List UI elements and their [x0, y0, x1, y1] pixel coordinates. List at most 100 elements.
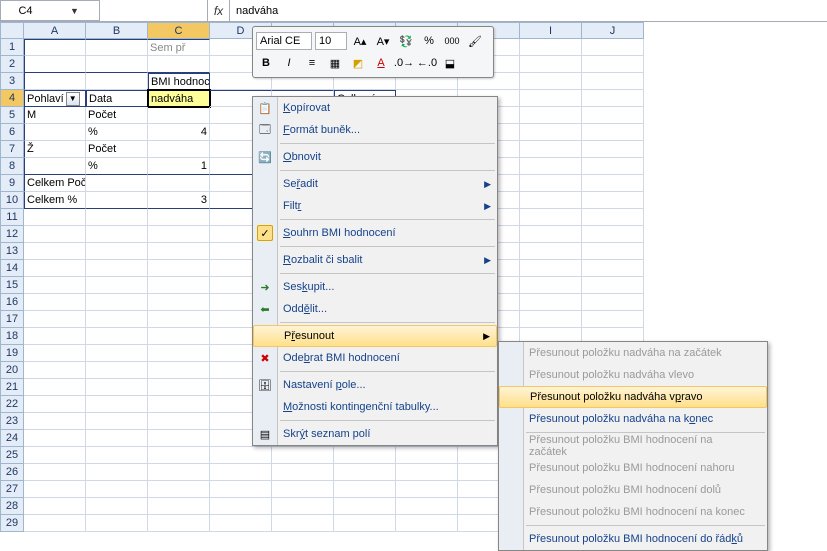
cell[interactable]: 4 — [148, 124, 210, 141]
cell[interactable] — [582, 158, 644, 175]
cell-data[interactable]: Data — [86, 90, 148, 107]
cell[interactable] — [582, 124, 644, 141]
cell[interactable] — [24, 447, 86, 464]
cell[interactable] — [148, 345, 210, 362]
merge-icon[interactable]: ⬓ — [440, 53, 460, 73]
col-header-A[interactable]: A — [24, 22, 86, 39]
row-header[interactable]: 24 — [0, 430, 24, 447]
menu-copy[interactable]: 📋Kopírovat — [253, 97, 497, 119]
cell[interactable] — [86, 464, 148, 481]
row-header[interactable]: 11 — [0, 209, 24, 226]
menu-subtotal[interactable]: ✓Souhrn BMI hodnocení — [253, 222, 497, 244]
cell[interactable]: Celkem Počet — [24, 175, 86, 192]
cell[interactable] — [24, 379, 86, 396]
cell-selected[interactable]: nadváha — [148, 90, 210, 107]
cell[interactable] — [520, 226, 582, 243]
cell[interactable] — [86, 396, 148, 413]
col-header-I[interactable]: I — [520, 22, 582, 39]
bold-icon[interactable]: B — [256, 53, 276, 73]
row-header[interactable]: 6 — [0, 124, 24, 141]
row-header[interactable]: 20 — [0, 362, 24, 379]
cell[interactable] — [86, 413, 148, 430]
borders-icon[interactable]: ▦ — [325, 53, 345, 73]
cell[interactable] — [86, 294, 148, 311]
cell[interactable] — [396, 481, 458, 498]
cell[interactable]: 3 — [148, 192, 210, 209]
fx-icon[interactable]: fx — [208, 0, 230, 21]
cell[interactable] — [86, 226, 148, 243]
cell[interactable] — [148, 260, 210, 277]
shrink-font-icon[interactable]: A▾ — [373, 31, 393, 51]
cell[interactable] — [582, 260, 644, 277]
cell[interactable] — [582, 141, 644, 158]
cell[interactable] — [24, 430, 86, 447]
cell[interactable] — [210, 464, 272, 481]
row-header[interactable]: 27 — [0, 481, 24, 498]
cell[interactable] — [396, 464, 458, 481]
cell[interactable] — [24, 56, 86, 73]
col-header-B[interactable]: B — [86, 22, 148, 39]
page-field-prompt[interactable]: Sem př — [148, 39, 210, 56]
name-box-dropdown-icon[interactable]: ▼ — [50, 6, 99, 16]
cell[interactable] — [24, 328, 86, 345]
cell[interactable] — [582, 311, 644, 328]
cell[interactable] — [86, 311, 148, 328]
row-header[interactable]: 9 — [0, 175, 24, 192]
cell[interactable] — [86, 277, 148, 294]
cell[interactable] — [148, 362, 210, 379]
cell[interactable] — [520, 141, 582, 158]
cell[interactable] — [148, 294, 210, 311]
font-color-icon[interactable]: A — [371, 53, 391, 73]
cell[interactable] — [582, 90, 644, 107]
cell[interactable] — [520, 260, 582, 277]
row-header[interactable]: 7 — [0, 141, 24, 158]
cell[interactable]: % — [86, 158, 148, 175]
move-bmi-to-rows[interactable]: Přesunout položku BMI hodnocení do řádků — [499, 528, 767, 550]
cell[interactable] — [24, 345, 86, 362]
cell[interactable] — [86, 175, 148, 192]
row-header[interactable]: 13 — [0, 243, 24, 260]
menu-field-settings[interactable]: 🗄Nastavení pole... — [253, 374, 497, 396]
cell[interactable] — [520, 294, 582, 311]
accounting-format-icon[interactable]: 💱 — [396, 31, 416, 51]
cell[interactable] — [148, 277, 210, 294]
row-header[interactable]: 4 — [0, 90, 24, 107]
cell[interactable] — [272, 498, 334, 515]
cell[interactable] — [86, 39, 148, 56]
cell[interactable] — [520, 243, 582, 260]
row-header[interactable]: 1 — [0, 39, 24, 56]
cell[interactable] — [582, 39, 644, 56]
cell[interactable] — [520, 277, 582, 294]
menu-remove[interactable]: ✖Odebrat BMI hodnocení — [253, 347, 497, 369]
move-nadvaha-end[interactable]: Přesunout položku nadváha na konec — [499, 408, 767, 430]
cell[interactable] — [334, 515, 396, 532]
cell[interactable] — [148, 107, 210, 124]
cell[interactable] — [24, 515, 86, 532]
cell[interactable] — [24, 243, 86, 260]
cell[interactable] — [24, 260, 86, 277]
cell[interactable] — [210, 481, 272, 498]
cell[interactable] — [272, 481, 334, 498]
row-header[interactable]: 29 — [0, 515, 24, 532]
cell[interactable] — [86, 447, 148, 464]
cell[interactable] — [148, 430, 210, 447]
row-header[interactable]: 2 — [0, 56, 24, 73]
cell[interactable] — [210, 515, 272, 532]
menu-hide-field-list[interactable]: ▤Skrýt seznam polí — [253, 423, 497, 445]
cell[interactable] — [86, 260, 148, 277]
cell[interactable] — [86, 209, 148, 226]
cell[interactable] — [24, 311, 86, 328]
cell[interactable] — [582, 73, 644, 90]
cell[interactable] — [24, 73, 86, 90]
cell[interactable] — [582, 209, 644, 226]
row-header[interactable]: 14 — [0, 260, 24, 277]
cell[interactable] — [24, 158, 86, 175]
row-header[interactable]: 16 — [0, 294, 24, 311]
cell-pohlavi[interactable]: Pohlaví▼ — [24, 90, 86, 107]
cell[interactable] — [24, 226, 86, 243]
cell[interactable] — [272, 515, 334, 532]
cell[interactable] — [86, 498, 148, 515]
menu-refresh[interactable]: 🔄Obnovit — [253, 146, 497, 168]
cell[interactable]: % — [86, 124, 148, 141]
formula-bar[interactable]: nadváha — [230, 0, 827, 21]
